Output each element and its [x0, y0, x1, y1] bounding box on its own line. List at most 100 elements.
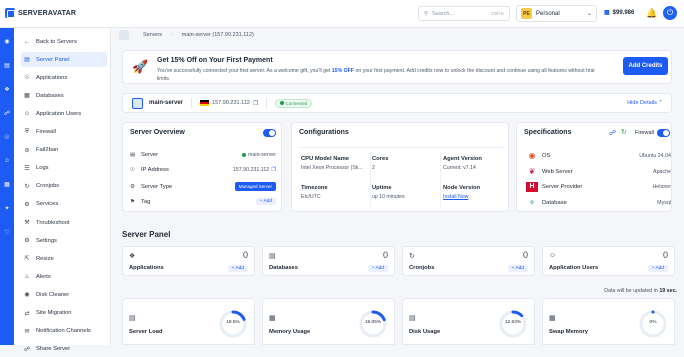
sidebar-item-resize[interactable]: ⇱ Resize	[21, 251, 107, 266]
logo[interactable]: SERVERAVATAR	[5, 8, 76, 18]
add-application-button[interactable]: + Add	[227, 265, 248, 272]
card-label: Application Users	[549, 265, 599, 271]
tag-icon: ⚑	[130, 198, 135, 205]
configurations-card: Configurations CPU Model Name Intel Xeon …	[291, 122, 509, 212]
account-switcher[interactable]: PE Personal ⌄	[516, 5, 597, 22]
apps-icon: ❖	[129, 253, 136, 260]
sidebar-item-notification-channels[interactable]: ✉ Notification Channels	[21, 324, 107, 339]
applications-card[interactable]: ❖ 0 Applications + Add	[122, 246, 255, 276]
firewall-toggle[interactable]	[657, 129, 670, 137]
apps-icon[interactable]: ❖	[0, 86, 14, 93]
copy-icon[interactable]: ❐	[271, 167, 276, 173]
server-load-icon: ▤	[129, 315, 136, 322]
server-header: main-server 157.90.231.112 ❐ Connected H…	[122, 93, 672, 113]
server-ip: 157.90.231.112	[212, 100, 250, 106]
sidebar-item-services[interactable]: ⚙ Services	[21, 197, 107, 212]
support-icon[interactable]: ♡	[0, 229, 14, 236]
breadcrumb-servers[interactable]: Servers	[143, 32, 162, 38]
memory-icon: ▦	[269, 315, 276, 322]
billing-icon[interactable]: ▦	[0, 181, 14, 188]
overview-row-tag: ⚑ Tag + Add	[130, 198, 276, 205]
logo-mark-icon	[5, 8, 15, 18]
apache-icon: ❦	[528, 167, 536, 176]
arrow-left-icon: ←	[24, 38, 30, 45]
add-credits-button[interactable]: Add Credits	[623, 57, 668, 75]
sidebar-item-server-panel[interactable]: ▤ Server Panel	[21, 52, 107, 68]
refresh-icon[interactable]: ↻	[621, 128, 627, 136]
sidebar-item-label: Server Panel	[36, 56, 70, 63]
spec-web-server: ❦ Web Server Apache	[526, 167, 671, 176]
spec-key: Web Server	[542, 168, 573, 175]
row-value: 157.90.231.112	[232, 167, 270, 173]
sidebar-toggle-icon[interactable]	[119, 30, 129, 40]
promo-description: You've successfully connected your first…	[157, 67, 597, 83]
config-key: Node Version	[443, 185, 481, 191]
globe-icon[interactable]: ☉	[0, 134, 14, 141]
hide-details-button[interactable]: Hide Details ⌃	[627, 100, 663, 106]
add-tag-button[interactable]: + Add	[255, 198, 276, 205]
germany-flag-icon	[200, 100, 210, 106]
add-cronjob-button[interactable]: + Add	[507, 265, 528, 272]
sidebar-item-site-migration[interactable]: ⇄ Site Migration	[21, 306, 107, 321]
overview-toggle[interactable]	[263, 129, 276, 137]
disk-icon: ◉	[24, 292, 30, 299]
search-input[interactable]: ⚲ Search... Ctrl+K	[418, 6, 510, 21]
sidebar-item-applications[interactable]: ☉ Applications	[21, 70, 107, 85]
gauge-percent: 0%	[649, 320, 657, 325]
firewall-label: Firewall	[635, 130, 654, 136]
cronjobs-card[interactable]: ↻ 0 Cronjobs + Add	[402, 246, 535, 276]
gauge-percent: 18.5%	[226, 320, 240, 325]
share-icon[interactable]: ☍	[609, 129, 616, 137]
status-dot-icon	[280, 100, 285, 105]
bell-icon: ♨	[24, 274, 30, 281]
sidebar-item-application-users[interactable]: ☺ Application Users	[21, 106, 107, 121]
sidebar-item-alerts[interactable]: ♨ Alerts	[21, 269, 107, 284]
copy-icon[interactable]: ❐	[253, 100, 258, 107]
migration-icon: ⇄	[24, 310, 30, 317]
server-overview-card: Server Overview ▤ Server main-server ☉ IP A…	[122, 122, 282, 212]
sidebar-item-settings[interactable]: ⚙ Settings	[21, 233, 107, 248]
sidebar-item-share-server[interactable]: ☍ Share Server	[21, 342, 107, 357]
sidebar-item-label: Troubleshoot	[36, 219, 70, 226]
add-database-button[interactable]: + Add	[367, 265, 388, 272]
sidebar-item-troubleshoot[interactable]: ⚒ Troubleshoot	[21, 215, 107, 230]
team-icon[interactable]: ☺	[0, 158, 14, 164]
chevron-down-icon: ⌄	[586, 11, 592, 17]
sidebar-item-firewall[interactable]: ⛨ Firewall	[21, 125, 107, 140]
gauge-label: Disk Usage	[409, 329, 441, 335]
divider	[370, 151, 371, 207]
install-node-link[interactable]: Install Now	[443, 194, 514, 200]
bell-icon[interactable]: 🔔	[646, 8, 657, 19]
users-icon: ☺	[549, 252, 557, 259]
channel-icon: ✉	[24, 328, 30, 335]
databases-card[interactable]: ▤ 0 Databases + Add	[262, 246, 395, 276]
sidebar-item-logs[interactable]: ☰ Logs	[21, 161, 107, 176]
config-value: up 10 minutes	[372, 194, 405, 200]
sidebar-item-label: Resize	[36, 255, 54, 262]
sidebar-item-cronjobs[interactable]: ↻ Cronjobs	[21, 179, 107, 194]
sidebar-item-databases[interactable]: ▦ Databases	[21, 88, 107, 103]
sidebar-item-label: Alerts	[36, 273, 51, 280]
config-node: Node Version Install Now	[443, 185, 514, 200]
power-icon[interactable]: ⏻	[663, 6, 677, 20]
server-icon	[132, 97, 143, 109]
sidebar-item-label: Settings	[36, 237, 57, 244]
status-text: Connected	[285, 100, 308, 106]
sidebar-item-fail2ban[interactable]: ⊘ Fail2ban	[21, 143, 107, 158]
git-icon[interactable]: ☍	[0, 110, 14, 117]
card-count: 0	[522, 250, 528, 260]
credit-balance[interactable]: ▦ $99.986	[604, 9, 634, 17]
sidebar-item-disk-cleaner[interactable]: ◉ Disk Cleaner	[21, 287, 107, 302]
dashboard-icon[interactable]: ◉	[0, 38, 14, 45]
search-shortcut: Ctrl+K	[491, 11, 504, 16]
integration-icon[interactable]: ✦	[0, 205, 14, 212]
sidebar-item-label: Firewall	[36, 129, 56, 135]
sidebar-item-back-to-servers[interactable]: ← Back to Servers	[21, 34, 107, 49]
online-dot-icon	[242, 153, 247, 157]
config-uptime: Uptime up 10 minutes	[372, 185, 443, 200]
sidebar-item-label: Disk Cleaner	[36, 291, 70, 298]
application-users-card[interactable]: ☺ 0 Application Users + Add	[542, 246, 675, 276]
add-app-user-button[interactable]: + Add	[647, 265, 668, 272]
servers-icon[interactable]: ▤	[0, 62, 14, 69]
spec-key: OS	[542, 152, 551, 159]
